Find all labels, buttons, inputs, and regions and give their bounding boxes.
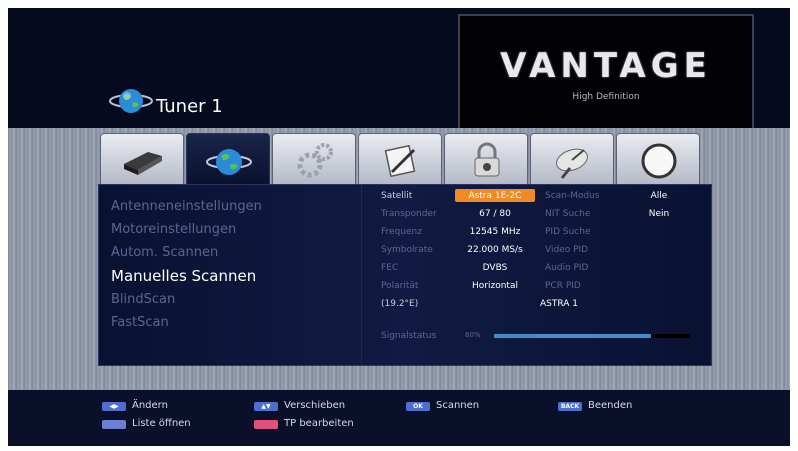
key-label-move: Verschieben [284,400,346,411]
page-title: Tuner 1 [156,96,223,117]
scan-mode-label: Scan-Modus [545,191,600,201]
orbital-position-label: (19.2°E) [381,299,419,309]
scan-mode-value[interactable]: Alle [629,191,689,201]
signal-bar-fill [494,334,651,338]
frequency-value[interactable]: 12545 MHz [455,227,535,237]
satellite-label: Satellit [381,191,413,201]
globe-icon [109,89,153,113]
key-arrows-left-right: ◀▶ [102,402,126,411]
tab-power[interactable] [616,133,700,185]
tv-screen: Tuner 1 VANTAGE High Definition Antennen… [8,8,790,446]
key-back: BACK [558,402,582,411]
menu-item-antenneneinstellungen[interactable]: Antenneneinstellungen [111,199,262,214]
key-arrows-up-down: ▲▼ [254,402,278,411]
lock-icon [474,142,500,177]
key-ok: OK [406,402,430,411]
edit-icon [384,144,416,178]
video-pid-label: Video PID [545,245,589,255]
key-label-open-list: Liste öffnen [132,418,191,429]
satellite-dish-icon [556,148,588,179]
satellite-name: ASTRA 1 [540,299,578,309]
nit-search-value[interactable]: Nein [629,209,689,219]
key-label-edit-tp: TP bearbeiten [284,418,354,429]
brand-tagline: High Definition [572,92,640,102]
frequency-label: Frequenz [381,227,422,237]
menu-item-autom-scannen[interactable]: Autom. Scannen [111,245,218,260]
satellite-value: Astra 1E-2C [468,191,522,201]
key-red [254,420,278,429]
nit-search-label: NIT Suche [545,209,591,219]
tab-tuner[interactable] [186,133,270,185]
receiver-icon [124,152,162,175]
menu-item-motoreinstellungen[interactable]: Motoreinstellungen [111,222,236,237]
key-label-scan: Scannen [436,400,480,411]
globe-icon [206,149,252,175]
brand-name: VANTAGE [500,46,712,86]
key-legend: ◀▶ Ändern ▲▼ Verschieben OK Scannen BACK… [8,390,790,446]
key-blue [102,420,126,429]
symbolrate-label: Symbolrate [381,245,433,255]
brand-logo: VANTAGE High Definition [458,14,754,130]
transponder-value[interactable]: 67 / 80 [455,209,535,219]
symbolrate-value[interactable]: 22.000 MS/s [455,245,535,255]
signal-percent: 80% [465,331,481,339]
key-label-change: Ändern [132,400,168,411]
signal-status-label: Signalstatus [381,331,437,341]
tab-settings[interactable] [272,133,356,185]
power-icon [641,143,677,179]
tab-edit[interactable] [358,133,442,185]
transponder-label: Transponder [381,209,437,219]
signal-bar [494,334,690,338]
fec-label: FEC [381,263,399,273]
menu-item-blindscan[interactable]: BlindScan [111,292,175,307]
menu-item-fastscan[interactable]: FastScan [111,315,169,330]
fec-value[interactable]: DVBS [455,263,535,273]
audio-pid-label: Audio PID [545,263,589,273]
pid-search-label: PID Suche [545,227,591,237]
tab-satellite[interactable] [530,133,614,185]
gears-icon [297,143,333,178]
pcr-pid-label: PCR PID [545,281,581,291]
polarity-label: Polarität [381,281,419,291]
tab-receiver[interactable] [100,133,184,185]
tab-lock[interactable] [444,133,528,185]
polarity-value[interactable]: Horizontal [455,281,535,291]
panel-divider [361,185,362,365]
settings-panel: Antenneneinstellungen Motoreinstellungen… [98,184,712,366]
menu-item-manuelles-scannen[interactable]: Manuelles Scannen [111,267,256,285]
key-label-exit: Beenden [588,400,633,411]
